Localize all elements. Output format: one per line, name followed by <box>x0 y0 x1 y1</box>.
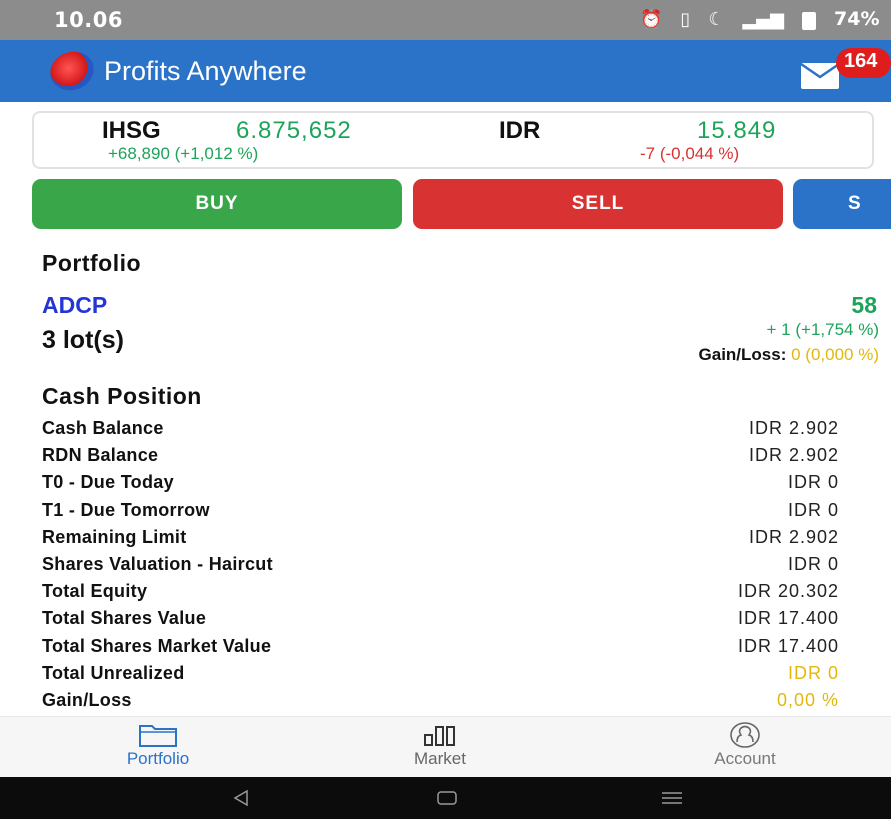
cash-row: Total Shares Value IDR 17.400 <box>42 605 839 632</box>
cash-row: Shares Valuation - Haircut IDR 0 <box>42 551 839 578</box>
app-header: Profits Anywhere 164 <box>0 40 891 102</box>
app-title: Profits Anywhere <box>104 56 307 86</box>
cash-row-value: IDR 17.400 <box>737 608 839 629</box>
cash-row-label: Shares Valuation - Haircut <box>42 554 273 575</box>
menu-icon[interactable] <box>660 789 684 807</box>
cash-row-value: IDR 17.400 <box>737 635 839 656</box>
currency-name: IDR <box>499 117 541 144</box>
sell-button[interactable]: SELL <box>413 179 783 229</box>
nav-account[interactable]: Account <box>655 721 835 769</box>
alarm-icon: ⏰ <box>640 8 663 30</box>
gain-loss-label: Gain/Loss: <box>698 345 787 364</box>
cash-row-value: 0,00 % <box>776 689 839 710</box>
cash-row-label: RDN Balance <box>42 445 159 466</box>
app-logo <box>44 45 100 97</box>
cash-row: Remaining Limit IDR 2.902 <box>42 524 839 551</box>
cash-row-value: IDR 2.902 <box>748 418 839 439</box>
cash-row-value: IDR 0 <box>787 554 839 575</box>
bar-chart-icon <box>422 721 458 749</box>
mail-icon[interactable] <box>800 62 840 90</box>
status-icons: ⏰ ▯ ☾ ▂▄▆ 74% <box>640 8 879 30</box>
cash-row-value: IDR 0 <box>787 662 839 683</box>
cash-row: Total Equity IDR 20.302 <box>42 578 839 605</box>
cash-row: T0 - Due Today IDR 0 <box>42 469 839 496</box>
mail-badge: 164 <box>836 48 891 78</box>
cash-position-list: Cash Balance IDR 2.902 RDN Balance IDR 2.9… <box>42 415 839 714</box>
bottom-nav: Portfolio Market Account <box>0 716 891 777</box>
gain-loss: Gain/Loss: 0 (0,000 %) <box>699 345 879 365</box>
stock-code[interactable]: ADCP <box>42 292 107 319</box>
vibrate-icon: ▯ <box>680 8 691 30</box>
nav-portfolio[interactable]: Portfolio <box>68 721 248 769</box>
nav-market[interactable]: Market <box>350 721 530 769</box>
cash-row-label: Total Shares Value <box>42 608 207 629</box>
nav-market-label: Market <box>414 749 466 768</box>
back-icon[interactable] <box>232 789 250 807</box>
cash-row-label: Cash Balance <box>42 418 164 439</box>
status-bar: 10.06 ⏰ ▯ ☾ ▂▄▆ 74% <box>0 0 891 40</box>
cash-row-label: Gain/Loss <box>42 689 132 710</box>
buy-button[interactable]: BUY <box>32 179 402 229</box>
ticker-card[interactable]: IHSG 6.875,652 +68,890 (+1,012 %) IDR 15… <box>32 111 874 169</box>
cash-row-label: Total Shares Market Value <box>42 635 272 656</box>
stock-price: 58 <box>851 292 877 318</box>
cash-row-value: IDR 0 <box>787 499 839 520</box>
cash-row-label: T1 - Due Tomorrow <box>42 499 210 520</box>
nav-account-label: Account <box>714 749 776 768</box>
third-action-button[interactable]: S <box>793 179 891 229</box>
cash-row-value: IDR 0 <box>787 472 839 493</box>
cash-row: T1 - Due Tomorrow IDR 0 <box>42 497 839 524</box>
currency-change: -7 (-0,044 %) <box>640 144 740 163</box>
cash-row: RDN Balance IDR 2.902 <box>42 442 839 469</box>
signal-icon: ▂▄▆ <box>742 8 784 30</box>
nav-portfolio-label: Portfolio <box>126 749 190 768</box>
battery-level: 74% <box>834 8 880 30</box>
user-circle-icon <box>729 721 761 749</box>
stock-lots: 3 lot(s) <box>42 326 124 354</box>
cash-row-label: Total Unrealized <box>42 662 185 683</box>
cash-row: Total Shares Market Value IDR 17.400 <box>42 633 839 660</box>
index-name: IHSG <box>102 117 161 144</box>
cash-row-label: Remaining Limit <box>42 526 187 547</box>
stock-change: + 1 (+1,754 %) <box>766 320 879 339</box>
index-change: +68,890 (+1,012 %) <box>108 144 259 163</box>
currency-value: 15.849 <box>697 117 777 144</box>
cash-row-value: IDR 20.302 <box>737 581 839 602</box>
system-nav-bar <box>0 777 891 819</box>
cash-row-label: T0 - Due Today <box>42 472 174 493</box>
cash-row: Cash Balance IDR 2.902 <box>42 415 839 442</box>
home-icon[interactable] <box>436 789 458 807</box>
folder-icon <box>138 721 178 749</box>
cash-position-title: Cash Position <box>42 383 202 409</box>
cash-row: Total Unrealized IDR 0 <box>42 660 839 687</box>
gain-loss-value: 0 (0,000 %) <box>791 345 879 364</box>
cash-row: Gain/Loss 0,00 % <box>42 687 839 714</box>
status-time: 10.06 <box>54 8 123 32</box>
index-value: 6.875,652 <box>236 117 352 144</box>
portfolio-title: Portfolio <box>42 250 142 276</box>
cash-row-value: IDR 2.902 <box>748 445 839 466</box>
cash-row-label: Total Equity <box>42 581 148 602</box>
cash-row-value: IDR 2.902 <box>748 526 839 547</box>
battery-icon <box>802 12 816 30</box>
moon-icon: ☾ <box>708 8 725 30</box>
